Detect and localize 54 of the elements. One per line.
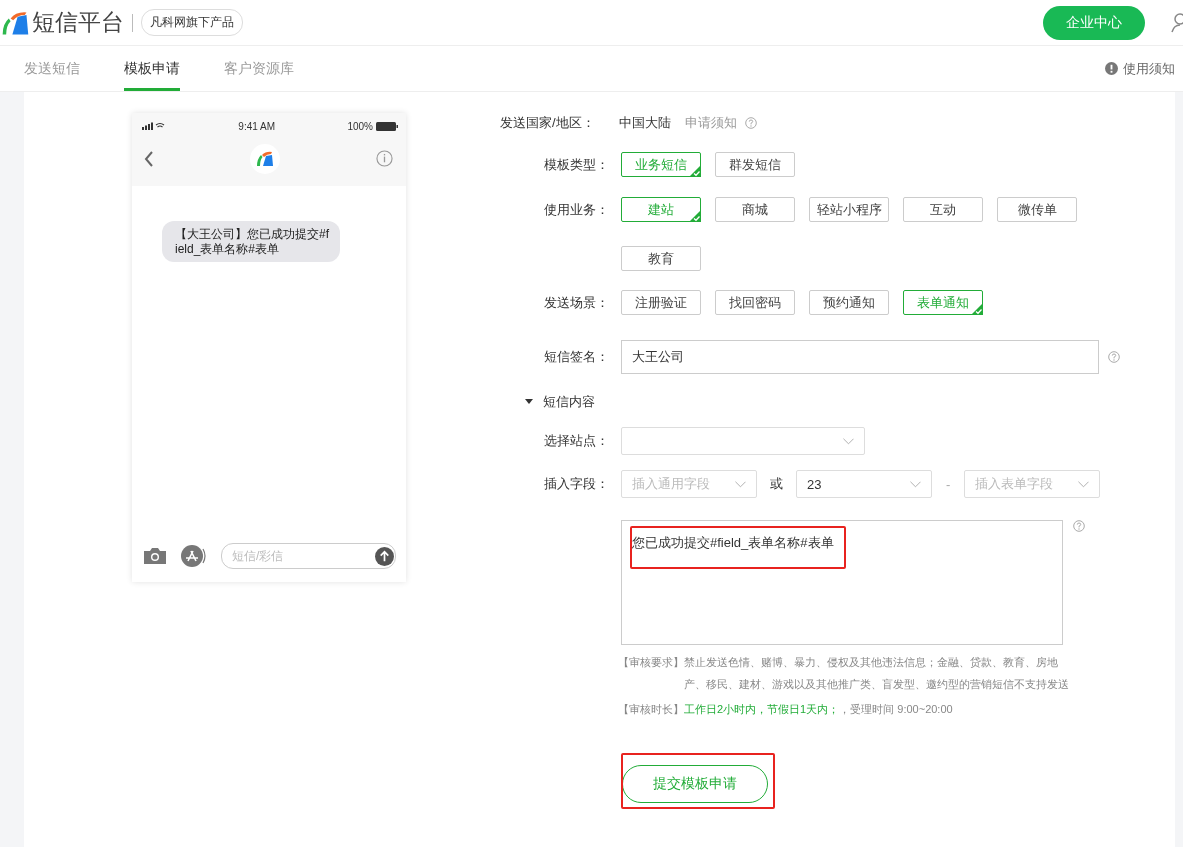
field-label: 使用业务： [543,201,609,219]
option-button[interactable]: 教育 [621,246,701,271]
battery-level: 100% [347,120,373,132]
note-label: 【审核要求】 [618,655,684,670]
signature-input[interactable]: 大王公司 [621,340,1099,374]
option-button[interactable]: 互动 [903,197,983,222]
tagline-badge: 凡科网旗下产品 [141,9,243,36]
check-corner-icon [971,303,983,315]
field-label: 选择站点： [543,432,609,450]
back-icon[interactable] [144,150,154,167]
field-label: 发送场景： [543,294,609,312]
option-button[interactable]: 注册验证 [621,290,701,315]
info-icon [1105,62,1118,75]
option-button[interactable]: 预约通知 [809,290,889,315]
message-bubble: 【大王公司】您已成功提交#field_表单名称#表单 [162,221,340,262]
option-button[interactable]: 找回密码 [715,290,795,315]
country-value: 中国大陆 [619,114,671,132]
phone-time: 9:41 AM [238,120,276,132]
info-icon[interactable] [376,150,393,167]
battery-icon [376,121,398,131]
camera-icon[interactable] [143,547,167,565]
app-store-icon[interactable] [181,545,207,567]
option-button[interactable]: 微传单 [997,197,1077,222]
chevron-icon [843,437,854,445]
section-toggle[interactable]: 短信内容 [525,392,595,412]
caret-icon [525,399,533,405]
dash-text: - [946,476,951,492]
form-select[interactable]: 23 [796,470,932,498]
help-link[interactable]: 使用须知 [1105,46,1175,91]
option-button[interactable]: 商城 [715,197,795,222]
check-corner-icon [689,165,701,177]
contact-logo-icon [250,143,280,174]
or-text: 或 [770,475,783,493]
chevron-icon [1078,480,1090,488]
review-requirement-text: 禁止发送色情、赌博、暴力、侵权及其他违法信息；金融、贷款、教育、房地产、移民、建材、游戏以及其他推广类、盲发型、邀约型的营销短信不支持发送 [684,655,1069,692]
chevron-icon [910,480,921,488]
note-label: 【审核时长】 [618,702,684,717]
user-icon[interactable] [1171,12,1183,33]
help-icon[interactable] [1108,351,1120,363]
option-button[interactable]: 轻站小程序 [809,197,889,222]
help-icon[interactable] [1073,520,1085,532]
field-label: 发送国家/地区： [500,114,596,132]
chevron-icon [735,480,746,488]
option-button[interactable]: 群发短信 [715,152,795,177]
content-text: 您已成功提交#field_表单名称#表单 [632,535,834,550]
field-label: 模板类型： [543,156,609,174]
brand-name: 短信平台 [32,8,124,37]
field-label: 插入字段： [543,475,609,493]
field-label: 短信签名： [543,348,609,366]
help-icon[interactable] [745,117,757,129]
content-textarea[interactable]: 您已成功提交#field_表单名称#表单 [621,520,1063,645]
check-corner-icon [689,210,701,222]
review-duration-text: 工作日2小时内，节假日1天内；，受理时间 9:00~20:00 [684,702,953,717]
signal-icon [142,122,166,130]
